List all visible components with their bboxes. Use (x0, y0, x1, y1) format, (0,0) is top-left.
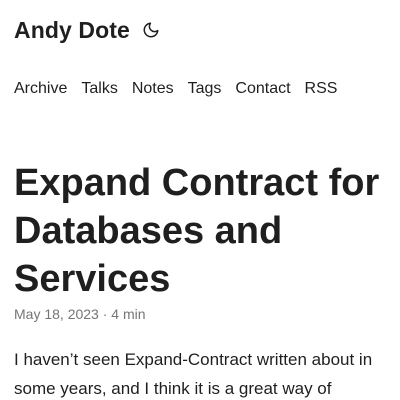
moon-icon (143, 22, 159, 38)
post-date: May 18, 2023 (14, 306, 99, 322)
post-intro-paragraph: I haven’t seen Expand-Contract written a… (14, 350, 373, 398)
nav-item-rss[interactable]: RSS (305, 80, 338, 98)
site-header: Andy Dote (14, 14, 161, 46)
post-meta: May 18, 2023 · 4 min (14, 306, 146, 322)
meta-separator: · (102, 306, 108, 322)
nav-item-archive[interactable]: Archive (14, 80, 67, 98)
nav-item-talks[interactable]: Talks (81, 80, 117, 98)
nav-item-tags[interactable]: Tags (188, 80, 222, 98)
nav-item-notes[interactable]: Notes (132, 80, 174, 98)
reading-time: 4 min (111, 306, 146, 322)
site-title-link[interactable]: Andy Dote (14, 17, 130, 44)
theme-toggle-button[interactable] (141, 20, 161, 40)
main-nav: Archive Talks Notes Tags Contact RSS (14, 80, 337, 98)
post-title: Expand Contract for Databases and Servic… (14, 162, 380, 300)
page: Andy Dote Archive Talks Notes Tags Conta… (0, 0, 400, 400)
nav-item-contact[interactable]: Contact (235, 80, 290, 98)
